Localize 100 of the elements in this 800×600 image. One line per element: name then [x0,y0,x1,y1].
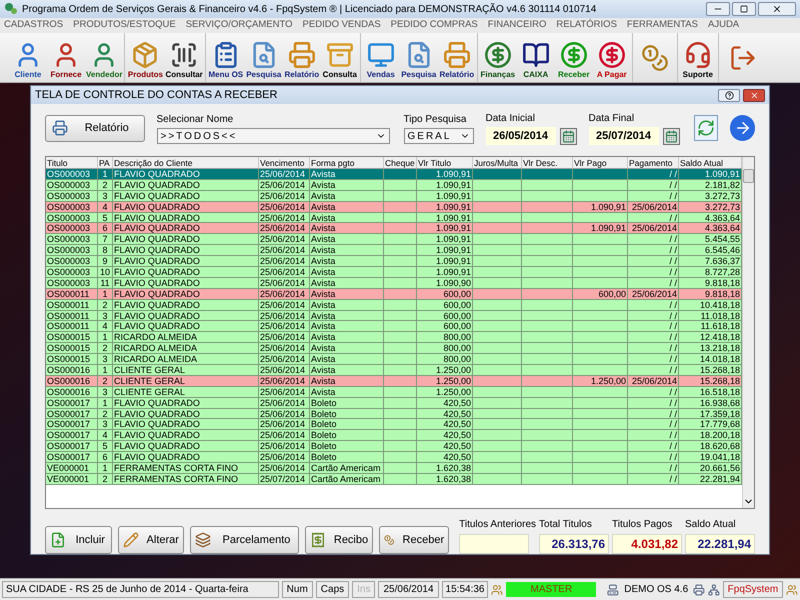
key-indicator: Caps [316,581,350,598]
boxes-icon [131,41,160,69]
table-row[interactable]: OS000003 10 FLAVIO QUADRADO 25/06/2014 Avista 1.090,91 / / 8.727,28 [46,267,742,278]
column-header[interactable]: Vlr Desc. [522,157,573,168]
column-header[interactable]: Titulo [46,157,98,168]
table-row[interactable]: OS000003 3 FLAVIO QUADRADO 25/06/2014 Avista 1.090,91 / / 3.272,73 [46,190,742,202]
table-row[interactable]: OS000003 2 FLAVIO QUADRADO 25/06/2014 Avista 1.090,91 / / 2.181,82 [46,180,742,191]
help-button[interactable] [718,88,740,102]
maximize-button[interactable] [732,2,756,16]
end-date-field[interactable]: 25/07/2014 [588,127,658,145]
table-row[interactable]: OS000003 11 FLAVIO QUADRADO 25/06/2014 Avista 1.090,90 / / 9.818,18 [46,278,742,289]
column-header[interactable]: Pagamento [628,157,679,168]
toolbar-button[interactable]: Receber [556,34,592,82]
action-button[interactable]: Recibo [304,526,374,554]
table-row[interactable]: OS000017 1 FLAVIO QUADRADO 25/06/2014 Boleto 420,50 / / 16.938,68 [46,398,742,409]
table-row[interactable]: OS000003 6 FLAVIO QUADRADO 25/06/2014 Avista 1.090,91 1.090,91 25/06/2014 4.363,64 [46,223,742,234]
table-row[interactable]: VE000001 1 FERRAMENTAS CORTA FINO 25/06/2014 Cartão Americam 1.620,38 / / 20.661,56 [46,463,742,474]
table-row[interactable]: OS000015 3 RICARDO ALMEIDA 25/06/2014 Avista 800,00 / / 14.018,18 [46,354,742,366]
table-row[interactable]: OS000003 9 FLAVIO QUADRADO 25/06/2014 Avista 1.090,91 / / 7.636,37 [46,256,742,268]
toolbar-button[interactable]: Cliente [10,34,46,82]
table-row[interactable]: OS000003 5 FLAVIO QUADRADO 25/06/2014 Avista 1.090,91 / / 4.363,64 [46,212,742,224]
total-label: Titulos Pagos [612,518,674,532]
table-row[interactable]: OS000011 4 FLAVIO QUADRADO 25/06/2014 Avista 600,00 / / 11.618,18 [46,321,742,332]
next-arrow-button[interactable] [730,115,755,141]
menu-item[interactable]: FINANCEIRO [488,18,546,33]
toolbar-button[interactable]: Vendedor [86,34,122,82]
scrollbar[interactable] [742,157,754,508]
toolbar-button[interactable]: Produtos [127,34,164,82]
menu-item[interactable]: SERVIÇO/ORÇAMENTO [186,18,293,33]
monitor-icon [366,41,395,69]
toolbar-button[interactable]: Relatório [284,34,320,82]
scroll-thumb[interactable] [743,169,754,183]
book-icon [522,41,550,69]
toolbar-button[interactable]: Consultar [165,34,203,82]
total-label: Saldo Atual [685,518,737,532]
column-header[interactable]: Vlr Pago [573,157,628,168]
table-row[interactable]: OS000003 4 FLAVIO QUADRADO 25/06/2014 Avista 1.090,91 1.090,91 25/06/2014 3.272,73 [46,202,742,213]
total-value: 26.313,76 [539,534,610,554]
coin-icon [640,44,669,72]
toolbar-button[interactable]: Finanças [480,34,516,82]
table-row[interactable]: VE000001 2 FERRAMENTAS CORTA FINO 25/07/2014 Cartão Americam 1.620,38 / / 22.281,94 [46,474,742,485]
table-row[interactable]: OS000003 8 FLAVIO QUADRADO 25/06/2014 Avista 1.090,91 / / 6.545,46 [46,245,742,256]
name-select[interactable]: >>TODOS<< [156,128,390,144]
key-indicator: Ins [352,581,376,598]
table-row[interactable]: OS000003 1 FLAVIO QUADRADO 25/06/2014 Avista 1.090,91 / / 1.090,91 [46,169,742,180]
table-row[interactable]: OS000015 1 RICARDO ALMEIDA 25/06/2014 Avista 800,00 / / 12.418,18 [46,332,742,344]
column-header[interactable]: Vencimento [259,157,310,168]
table-row[interactable]: OS000017 3 FLAVIO QUADRADO 25/06/2014 Boleto 420,50 / / 17.779,68 [46,419,742,430]
column-header[interactable]: Forma pgto [310,157,384,168]
menu-item[interactable]: PEDIDO COMPRAS [390,18,478,33]
menu-item[interactable]: PRODUTOS/ESTOQUE [73,18,176,33]
type-select[interactable]: GERAL [404,128,474,144]
report-button[interactable]: Relatório [45,114,144,142]
close-icon [750,90,758,100]
refresh-button[interactable] [694,115,718,141]
toolbar-button[interactable]: Pesquisa [400,34,437,82]
start-date-field[interactable]: 26/05/2014 [486,127,556,145]
menu-item[interactable]: RELATÓRIOS [556,18,617,33]
toolbar-button[interactable]: Vendas [362,34,399,82]
table-row[interactable]: OS000017 2 FLAVIO QUADRADO 25/06/2014 Boleto 420,50 / / 17.359,18 [46,408,742,420]
toolbar-button[interactable]: Menu OS [208,34,244,82]
table-row[interactable]: OS000016 2 CLIENTE GERAL 25/06/2014 Avista 1.250,00 1.250,00 25/06/2014 15.268,18 [46,376,742,387]
menu-item[interactable]: CADASTROS [4,18,64,33]
calendar-button[interactable] [662,128,680,144]
close-button[interactable] [743,88,765,102]
toolbar-button[interactable]: Fornece [48,34,84,82]
toolbar-button[interactable]: Consulta [322,34,358,82]
table-row[interactable]: OS000011 3 FLAVIO QUADRADO 25/06/2014 Avista 600,00 / / 11.018,18 [46,310,742,322]
table-cell [384,474,417,485]
menu-item[interactable]: PEDIDO VENDAS [302,18,381,33]
column-header[interactable]: PA [98,157,113,168]
table-row[interactable]: OS000015 2 RICARDO ALMEIDA 25/06/2014 Avista 800,00 / / 13.218,18 [46,343,742,354]
toolbar-button[interactable]: A Pagar [594,34,630,82]
table-row[interactable]: OS000016 1 CLIENTE GERAL 25/06/2014 Avista 1.250,00 / / 15.268,18 [46,365,742,376]
action-button[interactable]: Incluir [45,526,112,554]
table-cell: 1.620,38 [417,474,473,485]
menu-item[interactable]: FERRAMENTAS [626,18,698,33]
toolbar-button[interactable]: Relatório [438,34,475,82]
table-row[interactable]: OS000011 1 FLAVIO QUADRADO 25/06/2014 Avista 600,00 600,00 25/06/2014 9.818,18 [46,288,742,300]
menu-item[interactable]: AJUDA [708,18,740,33]
column-header[interactable]: Vlr Titulo [417,157,473,168]
table-row[interactable]: OS000017 4 FLAVIO QUADRADO 25/06/2014 Boleto 420,50 / / 18.200,18 [46,430,742,442]
action-button[interactable]: Parcelamento [190,526,299,554]
column-header[interactable]: Cheque [384,157,417,168]
column-header[interactable]: Descrição do Cliente [113,157,259,168]
table-row[interactable]: OS000003 7 FLAVIO QUADRADO 25/06/2014 Avista 1.090,91 / / 5.454,55 [46,234,742,246]
toolbar-button[interactable]: Pesquisa [246,34,282,82]
action-button[interactable]: Alterar [118,526,184,554]
refresh-icon [696,119,715,137]
table-row[interactable]: OS000011 2 FLAVIO QUADRADO 25/06/2014 Avista 600,00 / / 10.418,18 [46,300,742,311]
close-button[interactable] [758,2,796,16]
action-button[interactable]: Receber [379,526,450,554]
table-row[interactable]: OS000017 5 FLAVIO QUADRADO 25/06/2014 Boleto 420,50 / / 18.620,68 [46,441,742,452]
table-row[interactable]: OS000017 6 FLAVIO QUADRADO 25/06/2014 Boleto 420,50 / / 19.041,18 [46,452,742,464]
toolbar-button[interactable]: CAIXA [518,34,554,82]
table-row[interactable]: OS000016 3 CLIENTE GERAL 25/06/2014 Avista 1.250,00 / / 16.518,18 [46,386,742,398]
column-header[interactable]: Juros/Multa [473,157,522,168]
toolbar-button[interactable]: Suporte [680,34,716,82]
total-value: 22.281,94 [685,534,756,554]
calendar-button[interactable] [560,128,576,144]
